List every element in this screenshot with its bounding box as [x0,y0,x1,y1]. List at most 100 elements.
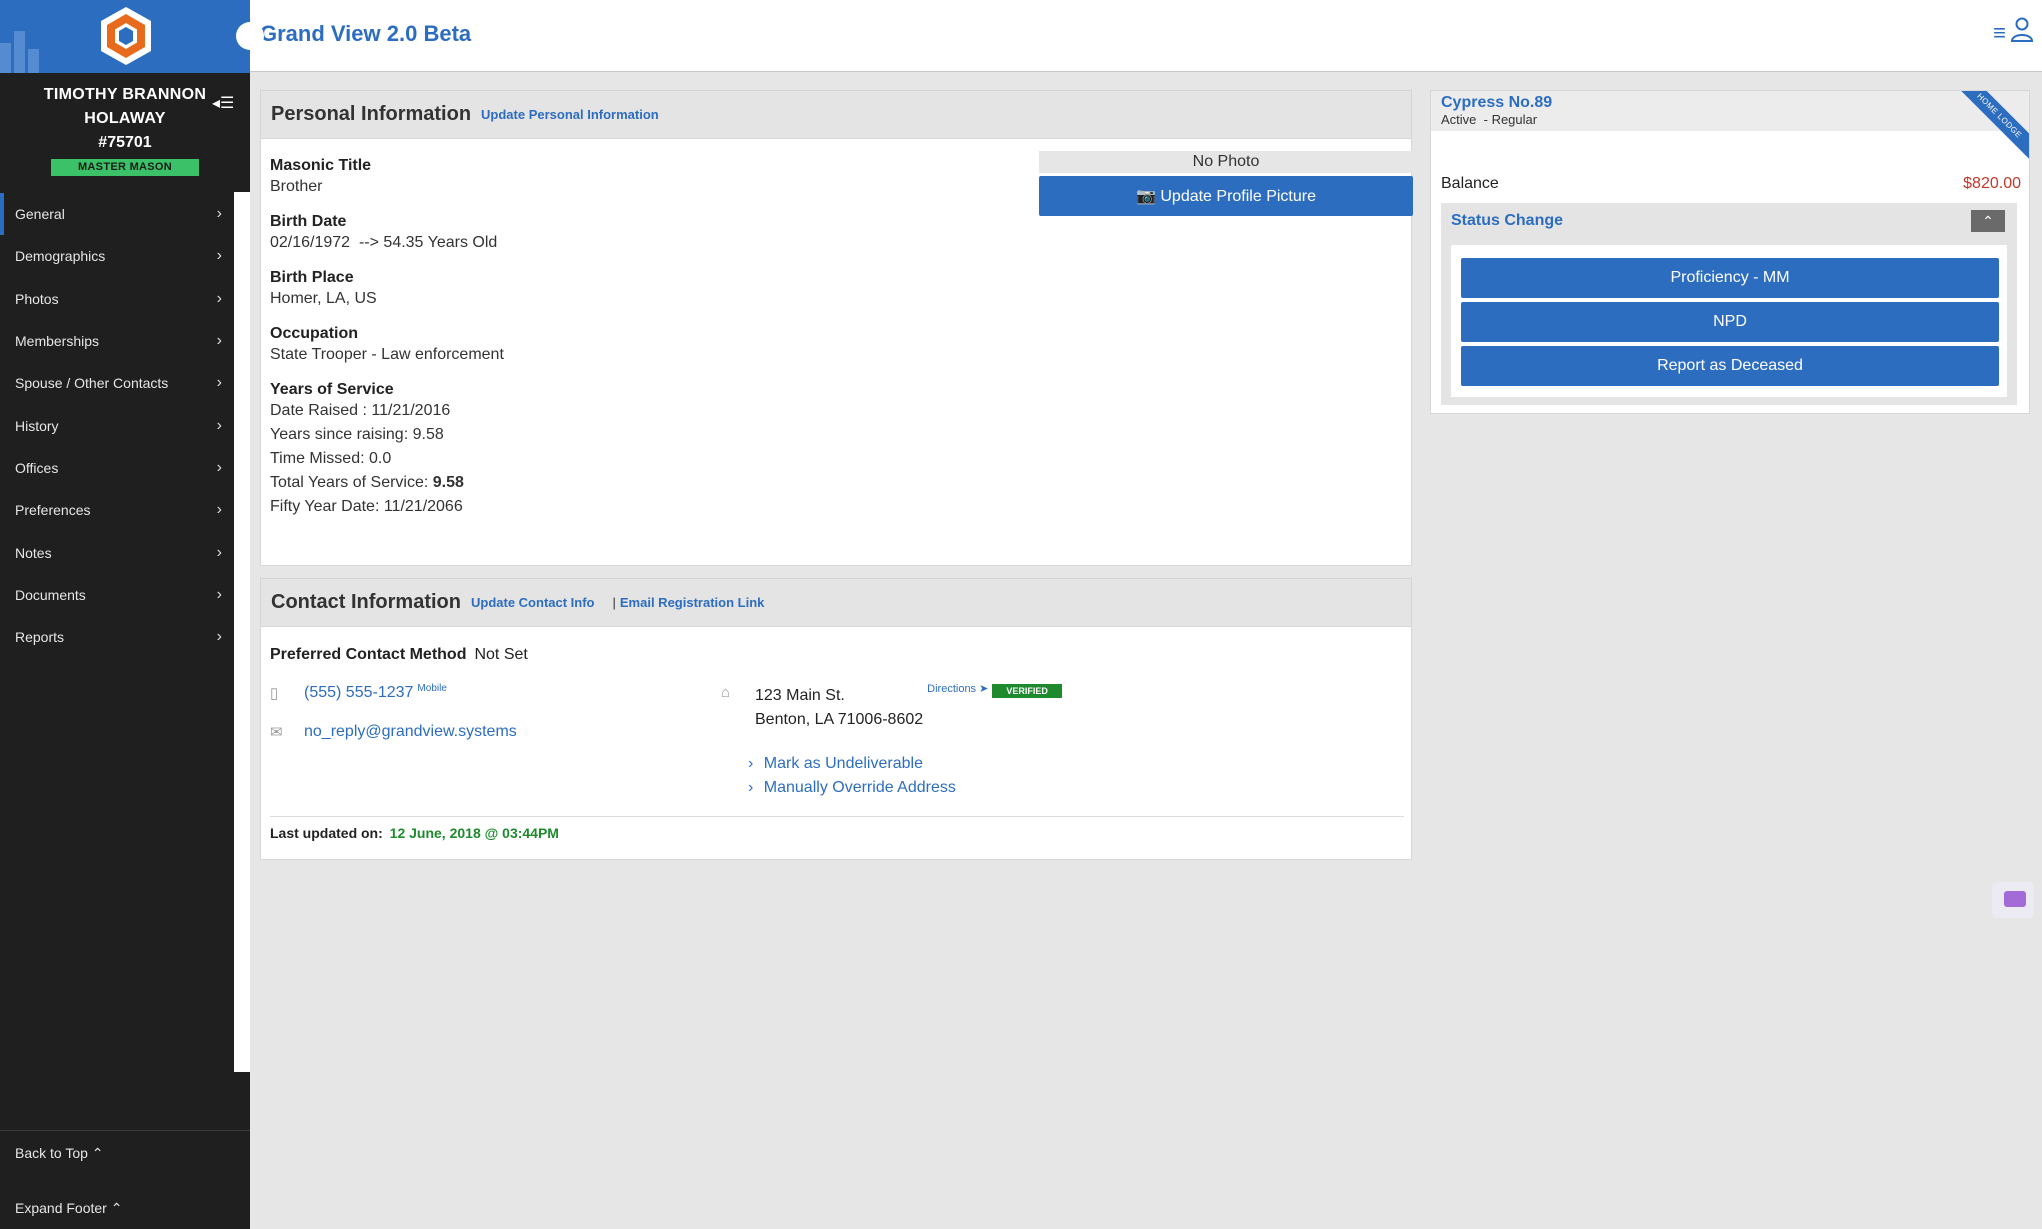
envelope-icon: ✉ [270,724,283,741]
sidebar-item-reports[interactable]: Reports › [0,616,234,658]
preferred-contact-method: Preferred Contact Method Not Set [270,646,528,664]
override-address-link[interactable]: › Manually Override Address [748,779,956,797]
sidebar: TIMOTHY BRANNON HOLAWAY #75701 MASTER MA… [0,0,250,1229]
chevron-right-icon: › [216,332,222,350]
sidebar-item-history[interactable]: History › [0,404,234,446]
lodge-title-block: Cypress No.89 Active - Regular [1441,94,1552,127]
total-years-of-service: Total Years of Service: 9.58 [270,471,504,495]
mark-undeliverable-label: Mark as Undeliverable [763,755,923,772]
home-lodge-ribbon-label: HOME LODGE [1950,91,2029,165]
masonic-title-value: Brother [270,178,323,195]
rank-badge: MASTER MASON [51,159,199,176]
sidebar-item-demographics[interactable]: Demographics › [0,235,234,277]
status-change-title: Status Change [1451,212,1564,229]
panel-title: Personal Information [271,103,472,125]
phone-row: ▯ (555) 555-1237 Mobile [270,682,447,703]
divider [270,816,1404,817]
report-deceased-button[interactable]: Report as Deceased [1461,346,1999,386]
sidebar-item-label: Documents [15,586,86,603]
last-updated-value: 12 June, 2018 @ 03:44PM [389,825,559,841]
personal-fields: Masonic Title Brother Birth Date 02/16/1… [270,157,504,519]
collapse-chevron-up-icon[interactable]: ⌃ [1971,210,2005,232]
chevron-right-icon: › [216,374,222,392]
top-header: Grand View 2.0 Beta ≡ [250,0,2042,72]
phone-link[interactable]: (555) 555-1237 [304,684,413,702]
chevron-right-icon: › [216,289,222,307]
preferred-contact-label: Preferred Contact Method [270,646,467,663]
button-label: Update Profile Picture [1160,188,1316,205]
preferred-contact-value: Not Set [474,646,528,663]
birth-place-value: Homer, LA, US [270,290,377,307]
sidebar-header [0,0,250,73]
chevron-right-icon: › [748,779,754,796]
sidebar-item-preferences[interactable]: Preferences › [0,489,234,531]
npd-button[interactable]: NPD [1461,302,1999,342]
status-change-actions: Proficiency - MM NPD Report as Deceased [1451,245,2007,397]
directions-label: Directions [927,683,977,695]
email-row: ✉ no_reply@grandview.systems [270,723,517,741]
sidebar-item-label: Notes [15,544,52,561]
chevron-right-icon: › [216,205,222,223]
hamburger-icon: ☰ [220,95,235,112]
sidebar-scrollbar[interactable] [234,192,250,1072]
user-profile-icon[interactable] [2010,16,2034,42]
email-registration-link[interactable]: Email Registration Link [620,595,764,610]
grand-view-logo-icon [101,7,151,65]
address-line-1: 123 Main St. [755,687,845,704]
occupation-label: Occupation [270,325,359,342]
profile-photo-box: No Photo 📷 Update Profile Picture [1039,151,1413,216]
home-lodge-ribbon: HOME LODGE [1949,91,2029,171]
chevron-right-icon: › [216,628,222,646]
mobile-phone-icon: ▯ [270,685,279,702]
sidebar-item-notes[interactable]: Notes › [0,531,234,573]
override-address-label: Manually Override Address [763,779,956,796]
sidebar-item-spouse-contacts[interactable]: Spouse / Other Contacts › [0,362,234,404]
sidebar-item-label: Photos [15,290,59,307]
lodge-panel: Cypress No.89 Active - Regular HOME LODG… [1430,90,2030,414]
sidebar-item-memberships[interactable]: Memberships › [0,320,234,362]
sidebar-collapse-toggle[interactable]: ◂☰ [212,93,234,113]
phone-type: Mobile [417,682,447,694]
chat-widget-button[interactable] [1992,882,2034,918]
expand-footer-link[interactable]: Expand Footer ⌃ [0,1186,250,1229]
chevron-right-icon: › [216,458,222,476]
email-link[interactable]: no_reply@grandview.systems [304,723,517,741]
proficiency-mm-button[interactable]: Proficiency - MM [1461,258,1999,298]
sidebar-item-label: General [15,206,65,223]
no-photo-placeholder: No Photo [1039,151,1413,173]
header-menu-icon[interactable]: ≡ [1993,20,2006,46]
sidebar-item-documents[interactable]: Documents › [0,574,234,616]
decorative-bars [0,31,39,73]
address-block: 123 Main St. Benton, LA 71006-8602 [755,684,923,732]
update-personal-info-link[interactable]: Update Personal Information [481,107,659,122]
years-since-raising: Years since raising: 9.58 [270,426,444,443]
date-raised: Date Raised : 11/21/2016 [270,402,451,419]
panel-header: Personal Information Update Personal Inf… [261,91,1411,139]
birth-date-label: Birth Date [270,213,347,230]
personal-information-panel: Personal Information Update Personal Inf… [260,90,1413,566]
directions-link[interactable]: Directions ➤ [927,682,988,695]
lodge-name-link[interactable]: Cypress No.89 [1441,94,1552,112]
balance-value: $820.00 [1963,175,2021,192]
last-updated-label: Last updated on: [270,825,383,841]
mark-undeliverable-link[interactable]: › Mark as Undeliverable [748,755,923,773]
sidebar-item-label: Spouse / Other Contacts [15,375,169,392]
sidebar-item-offices[interactable]: Offices › [0,447,234,489]
masonic-title-label: Masonic Title [270,157,372,174]
sidebar-item-photos[interactable]: Photos › [0,278,234,320]
status-change-box: Status Change ⌃ Proficiency - MM NPD Rep… [1441,203,2017,405]
update-contact-info-link[interactable]: Update Contact Info [471,595,595,610]
back-to-top-link[interactable]: Back to Top ⌃ [0,1131,250,1175]
address-line-2: Benton, LA 71006-8602 [755,711,924,728]
sidebar-item-general[interactable]: General › [0,193,234,236]
fifty-year-date: Fifty Year Date: 11/21/2066 [270,498,463,515]
panel-title: Contact Information [271,591,461,613]
sidebar-footer: Back to Top ⌃ Expand Footer ⌃ [0,1130,250,1229]
member-number: #75701 [98,134,152,151]
sidebar-item-label: Offices [15,459,59,476]
update-profile-picture-button[interactable]: 📷 Update Profile Picture [1039,176,1413,216]
lodge-status: Active - Regular [1441,112,1538,127]
years-of-service-label: Years of Service [270,381,394,398]
chat-icon [2004,891,2026,907]
sidebar-nav: General › Demographics › Photos › Member… [0,193,234,658]
